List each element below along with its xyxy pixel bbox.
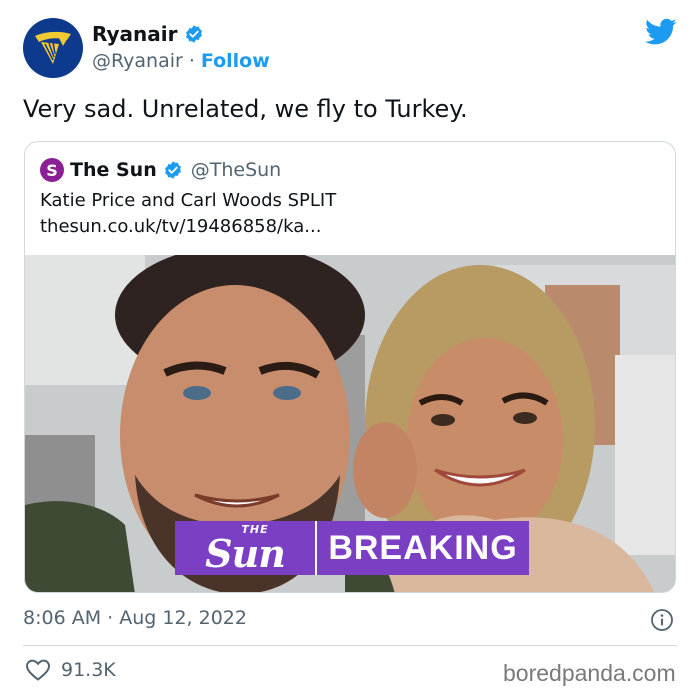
author-name-row: Ryanair (92, 22, 204, 46)
author-handle-row: @Ryanair · Follow (92, 50, 270, 72)
separator-dot: · (188, 50, 195, 72)
tweet-timestamp[interactable]: 8:06 AM · Aug 12, 2022 (23, 607, 247, 629)
tweet-text: Very sad. Unrelated, we fly to Turkey. (23, 95, 468, 123)
author-handle[interactable]: @Ryanair (92, 50, 183, 72)
the-sun-logo: THE Sun (205, 522, 286, 576)
twitter-bird-icon[interactable] (645, 18, 677, 46)
tweet-card: Ryanair @Ryanair · Follow Very sad. Unre… (0, 0, 700, 698)
watermark: boredpanda.com (503, 660, 676, 686)
ryanair-harp-icon (35, 31, 71, 64)
divider (23, 645, 677, 646)
like-button[interactable]: 91.3K (25, 658, 116, 682)
the-sun-avatar: S (40, 158, 64, 182)
author-display-name[interactable]: Ryanair (92, 22, 178, 46)
info-icon[interactable] (650, 608, 674, 632)
quoted-tweet[interactable]: S The Sun @TheSun Katie Price and Carl W… (24, 141, 676, 593)
heart-icon (25, 659, 51, 681)
quoted-display-name: The Sun (70, 159, 157, 181)
quoted-handle: @TheSun (190, 159, 282, 181)
quoted-tweet-link[interactable]: thesun.co.uk/tv/19486858/ka... (40, 216, 321, 237)
verified-badge-icon (163, 160, 183, 180)
avatar[interactable] (23, 18, 83, 78)
like-count: 91.3K (61, 659, 116, 681)
quoted-tweet-text: Katie Price and Carl Woods SPLIT (40, 190, 337, 211)
couple-selfie-photo[interactable]: THE Sun BREAKING (25, 255, 675, 592)
sun-breaking-banner: THE Sun BREAKING (175, 521, 529, 575)
quoted-tweet-header: S The Sun @TheSun (40, 158, 281, 182)
follow-button[interactable]: Follow (201, 50, 270, 72)
breaking-label: BREAKING (315, 521, 529, 575)
verified-badge-icon (184, 24, 204, 44)
